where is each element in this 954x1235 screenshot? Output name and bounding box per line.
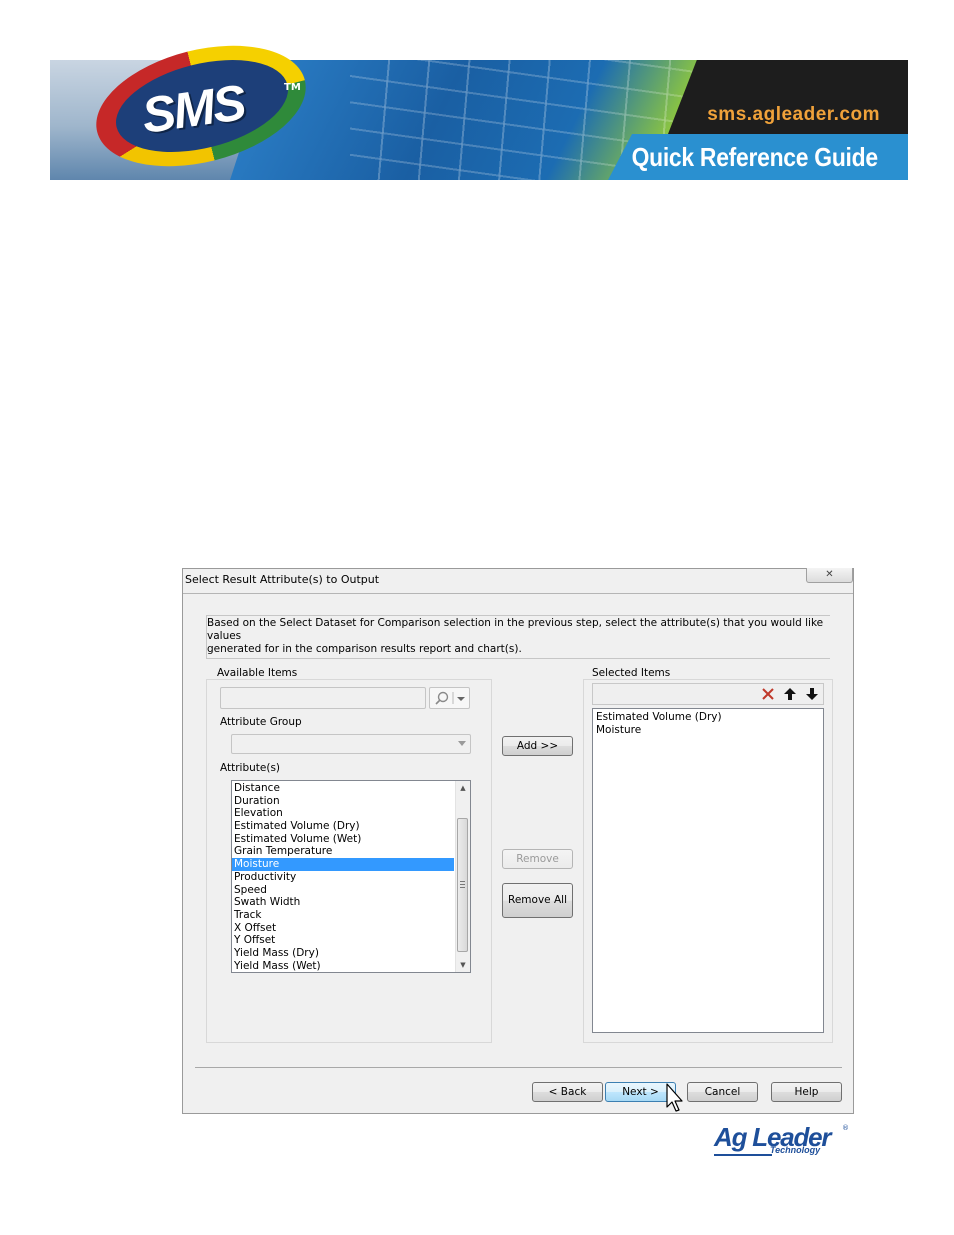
attribute-group-select[interactable] bbox=[231, 734, 471, 754]
banner-guide-title: Quick Reference Guide bbox=[631, 142, 878, 172]
cancel-button[interactable]: Cancel bbox=[687, 1082, 758, 1102]
sms-logo: SMS TM bbox=[83, 25, 319, 187]
list-item[interactable]: Speed bbox=[232, 884, 454, 897]
list-item[interactable]: Yield Mass (Dry) bbox=[232, 947, 454, 960]
list-item[interactable]: Distance bbox=[232, 782, 454, 795]
close-button[interactable]: ✕ bbox=[806, 568, 853, 583]
close-icon: ✕ bbox=[825, 569, 834, 580]
ag-leader-logo: Ag Leader ® Technology bbox=[714, 1118, 854, 1160]
search-button[interactable] bbox=[429, 687, 470, 709]
mouse-cursor-icon bbox=[666, 1083, 683, 1112]
dialog-title: Select Result Attribute(s) to Output bbox=[185, 573, 380, 586]
selected-list-item[interactable]: Estimated Volume (Dry) bbox=[594, 711, 823, 724]
list-item[interactable]: Estimated Volume (Dry) bbox=[232, 820, 454, 833]
list-item[interactable]: Y Offset bbox=[232, 934, 454, 947]
attribute-group-label: Attribute Group bbox=[220, 716, 302, 728]
list-item[interactable]: Duration bbox=[232, 795, 454, 808]
list-item-selected[interactable]: Moisture bbox=[232, 858, 454, 871]
description-line-1: Based on the Select Dataset for Comparis… bbox=[207, 617, 824, 642]
attributes-list: Distance Duration Elevation Estimated Vo… bbox=[232, 782, 454, 972]
logo-tm: TM bbox=[284, 82, 301, 93]
remove-button[interactable]: Remove bbox=[502, 849, 573, 869]
scroll-up-icon[interactable]: ▲ bbox=[456, 781, 470, 795]
list-item[interactable]: X Offset bbox=[232, 922, 454, 935]
help-button[interactable]: Help bbox=[771, 1082, 842, 1102]
attributes-listbox[interactable]: Distance Duration Elevation Estimated Vo… bbox=[231, 780, 471, 973]
search-icon bbox=[435, 691, 465, 705]
selected-items-toolbar bbox=[592, 683, 824, 705]
arrow-down-icon[interactable] bbox=[805, 687, 819, 701]
delete-x-icon[interactable] bbox=[761, 687, 775, 701]
attributes-label: Attribute(s) bbox=[220, 762, 281, 774]
list-item[interactable]: Elevation bbox=[232, 807, 454, 820]
scroll-down-icon[interactable]: ▼ bbox=[456, 958, 470, 972]
banner-url: sms.agleader.com bbox=[707, 104, 880, 125]
list-item[interactable]: Yield Mass (Wet) bbox=[232, 960, 454, 972]
selected-items-label: Selected Items bbox=[590, 667, 673, 679]
selected-list-item[interactable]: Moisture bbox=[594, 724, 823, 737]
add-button[interactable]: Add >> bbox=[502, 736, 573, 756]
ag-leader-technology: Technology bbox=[770, 1145, 821, 1155]
arrow-up-icon[interactable] bbox=[783, 687, 797, 701]
scroll-thumb[interactable] bbox=[457, 818, 468, 952]
select-result-attributes-dialog: Select Result Attribute(s) to Output ✕ B… bbox=[182, 568, 854, 1114]
search-input[interactable] bbox=[220, 687, 426, 709]
back-button[interactable]: < Back bbox=[532, 1082, 603, 1102]
available-items-label: Available Items bbox=[215, 667, 300, 679]
description-line-2: generated for in the comparison results … bbox=[207, 643, 522, 655]
list-item[interactable]: Grain Temperature bbox=[232, 845, 454, 858]
remove-all-button[interactable]: Remove All bbox=[502, 883, 573, 918]
ag-leader-registered: ® bbox=[842, 1124, 849, 1132]
selected-items-listbox[interactable]: Estimated Volume (Dry) Moisture bbox=[592, 708, 824, 1033]
scroll-grip-icon bbox=[460, 881, 465, 889]
attributes-scrollbar[interactable]: ▲ ▼ bbox=[455, 781, 470, 972]
chevron-down-icon bbox=[458, 741, 466, 746]
footer-separator bbox=[195, 1067, 842, 1068]
list-item[interactable]: Swath Width bbox=[232, 896, 454, 909]
dialog-titlebar: Select Result Attribute(s) to Output ✕ bbox=[183, 568, 853, 591]
list-item[interactable]: Track bbox=[232, 909, 454, 922]
list-item[interactable]: Estimated Volume (Wet) bbox=[232, 833, 454, 846]
ag-leader-underline bbox=[714, 1154, 772, 1156]
list-item[interactable]: Productivity bbox=[232, 871, 454, 884]
description-text: Based on the Select Dataset for Comparis… bbox=[206, 615, 830, 659]
